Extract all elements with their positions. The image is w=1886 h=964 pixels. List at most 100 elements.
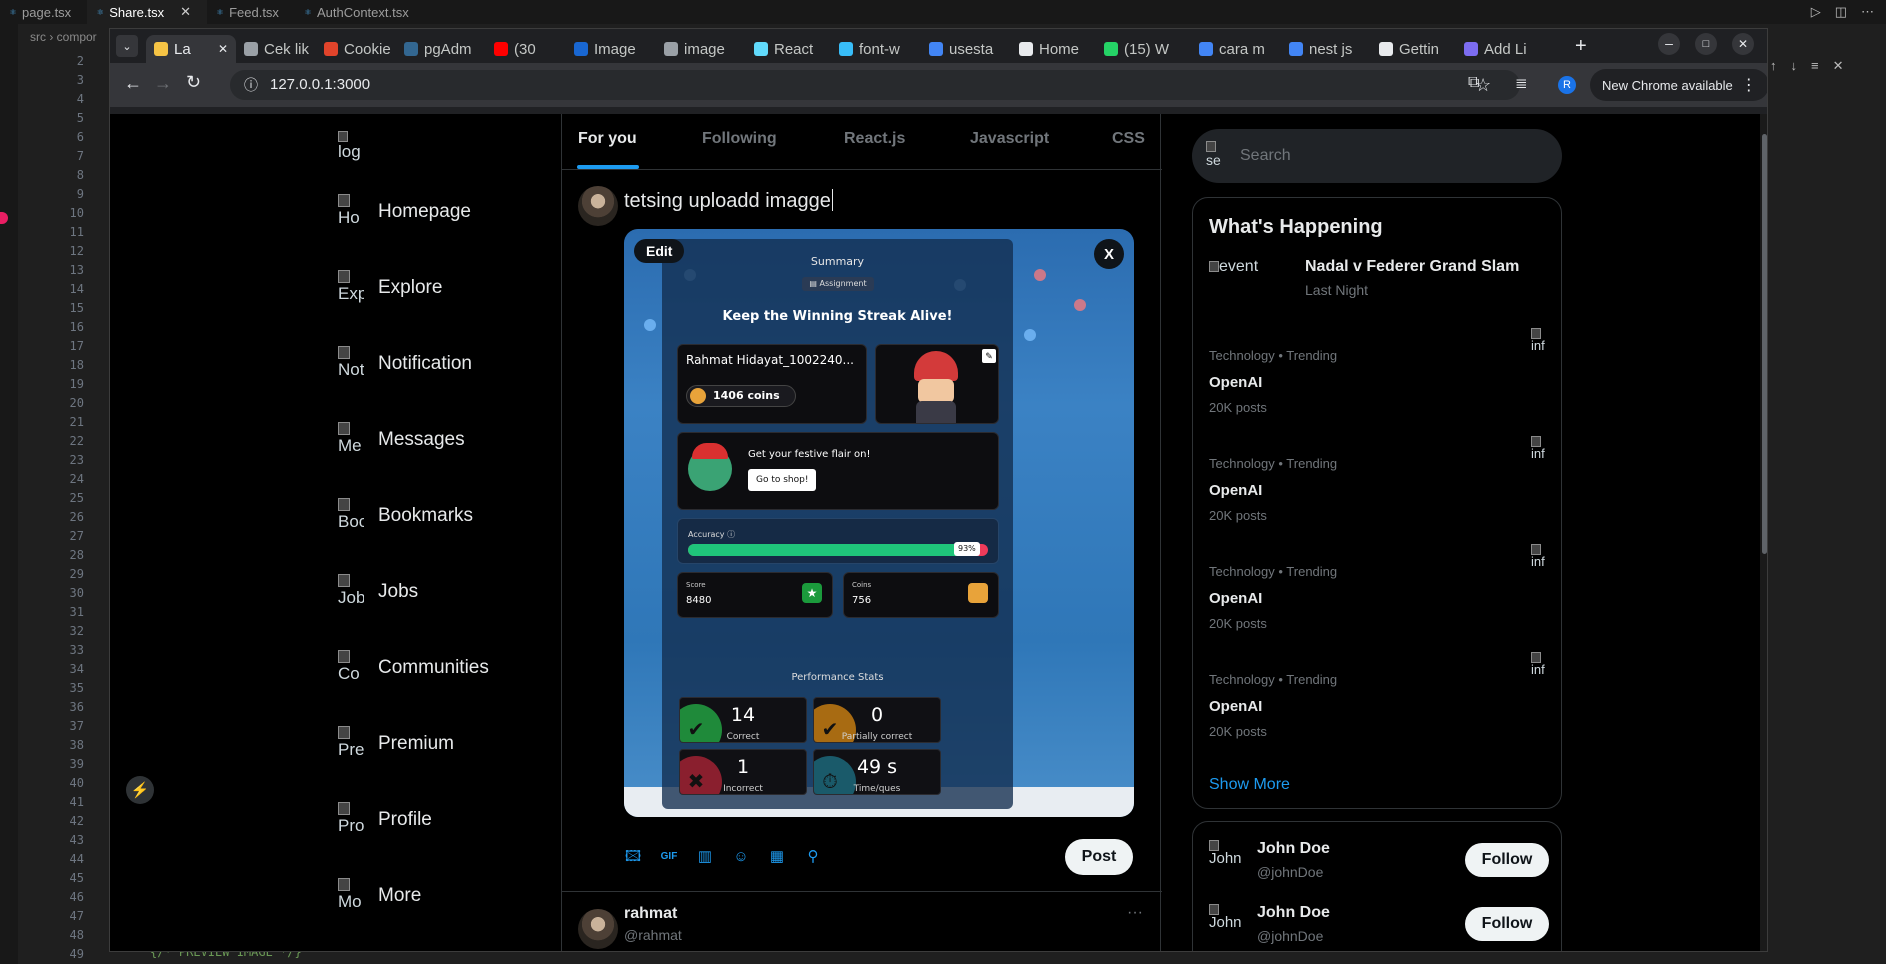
user-name[interactable]: John Doe xyxy=(1257,904,1330,922)
image-icon[interactable]: 🖾 xyxy=(622,846,644,868)
sidebar-item-notification[interactable]: Not Notification xyxy=(338,344,472,384)
browser-tab[interactable]: Add Li xyxy=(1456,35,1546,63)
avatar[interactable] xyxy=(578,186,618,226)
sidebar-item-profile[interactable]: Pro Profile xyxy=(338,800,432,840)
profile-avatar[interactable]: R xyxy=(1558,76,1576,94)
follow-button[interactable]: Follow xyxy=(1465,907,1549,941)
browser-tab[interactable]: React xyxy=(746,35,831,63)
sidebar-item-communities[interactable]: Co Communities xyxy=(338,648,489,688)
location-icon[interactable]: ⚲ xyxy=(802,846,824,868)
event-title[interactable]: Nadal v Federer Grand Slam xyxy=(1305,258,1519,276)
list-icon[interactable]: ≡ xyxy=(1811,58,1819,76)
browser-tab[interactable]: La ✕ xyxy=(146,35,236,63)
bolt-icon[interactable]: ⚡ xyxy=(126,776,154,804)
edit-image-button[interactable]: Edit xyxy=(634,239,685,263)
compose-input[interactable]: tetsing uploadd imagge xyxy=(624,189,833,213)
trend-name[interactable]: OpenAI xyxy=(1209,374,1262,391)
browser-tab[interactable]: cara m xyxy=(1191,35,1281,63)
minimize-button[interactable]: – xyxy=(1658,33,1680,55)
shop-panel: Get your festive flair on! Go to shop! xyxy=(677,432,999,510)
poll-icon[interactable]: ▥ xyxy=(694,846,716,868)
tab-css[interactable]: CSS xyxy=(1112,130,1145,148)
extensions-icon[interactable]: ⧉ xyxy=(1468,74,1479,92)
back-icon[interactable]: ← xyxy=(124,73,142,94)
tab-search-button[interactable]: ⌄ xyxy=(116,35,138,57)
avatar[interactable] xyxy=(578,909,618,949)
close-tab-icon[interactable]: ✕ xyxy=(218,42,228,56)
close-icon[interactable]: ✕ xyxy=(180,4,191,20)
browser-tab[interactable]: pgAdm xyxy=(396,35,486,63)
scroll-thumb[interactable] xyxy=(1762,134,1767,554)
browser-tab[interactable]: Home xyxy=(1011,35,1096,63)
post-button[interactable]: Post xyxy=(1065,839,1133,875)
page-scrollbar[interactable] xyxy=(1760,114,1767,951)
tab-javascript[interactable]: Javascript xyxy=(970,130,1049,148)
arrow-down-icon[interactable]: ↓ xyxy=(1791,58,1798,76)
show-more-link[interactable]: Show More xyxy=(1209,776,1290,794)
browser-tab[interactable]: (30 xyxy=(486,35,566,63)
split-editor-icon[interactable]: ◫ xyxy=(1835,4,1847,20)
editor-tab[interactable]: ⚛ page.tsx xyxy=(0,0,87,24)
browser-tab[interactable]: Cookie xyxy=(316,35,396,63)
tab-following[interactable]: Following xyxy=(702,130,777,148)
editor-tab[interactable]: ⚛ Feed.tsx xyxy=(207,0,295,24)
editor-tab[interactable]: ⚛ AuthContext.tsx xyxy=(295,0,425,24)
site-logo[interactable]: log xyxy=(338,129,364,169)
reload-icon[interactable]: ↻ xyxy=(186,72,201,93)
more-icon[interactable]: ⋯ xyxy=(1861,4,1874,20)
trend-name[interactable]: OpenAI xyxy=(1209,590,1262,607)
user-avatar[interactable]: John xyxy=(1209,840,1241,880)
browser-tab[interactable]: nest js xyxy=(1281,35,1371,63)
site-info-icon[interactable]: ⓘ xyxy=(244,70,258,100)
search-input[interactable]: se Search xyxy=(1192,129,1562,183)
sidebar-item-bookmarks[interactable]: Boc Bookmarks xyxy=(338,496,473,536)
gif-icon[interactable]: GIF xyxy=(658,846,680,868)
tab-reactjs[interactable]: React.js xyxy=(844,130,905,148)
tweet-author-name[interactable]: rahmat xyxy=(624,905,677,923)
editor-tab-active[interactable]: ⚛ Share.tsx ✕ xyxy=(87,0,208,24)
sidebar-item-premium[interactable]: Pre Premium xyxy=(338,724,454,764)
browser-tab[interactable]: usesta xyxy=(921,35,1011,63)
forward-icon[interactable]: → xyxy=(154,73,172,94)
breadcrumb[interactable]: src › compor xyxy=(30,30,97,44)
follow-button[interactable]: Follow xyxy=(1465,843,1549,877)
browser-tab[interactable]: Gettin xyxy=(1371,35,1456,63)
sidebar-item-explore[interactable]: Exp Explore xyxy=(338,268,442,308)
tab-for-you[interactable]: For you xyxy=(578,130,637,148)
more-options-icon[interactable]: ··· xyxy=(1127,904,1143,922)
feed-tabs: For you Following React.js Javascript CS… xyxy=(562,114,1162,170)
browser-tab[interactable]: font-w xyxy=(831,35,921,63)
close-icon[interactable]: ✕ xyxy=(1833,58,1844,76)
sidebar-item-messages[interactable]: Me Messages xyxy=(338,420,465,460)
trend-name[interactable]: OpenAI xyxy=(1209,482,1262,499)
line-number: 8 xyxy=(76,168,84,182)
browser-tab[interactable]: image xyxy=(656,35,746,63)
media-control-icon[interactable]: ≣ xyxy=(1515,74,1528,92)
emoji-icon[interactable]: ☺ xyxy=(730,846,752,868)
trend-name[interactable]: OpenAI xyxy=(1209,698,1262,715)
sidebar-item-more[interactable]: Mo More xyxy=(338,876,421,916)
address-bar[interactable]: ⓘ 127.0.0.1:3000 ☆ xyxy=(230,70,1520,100)
line-number: 21 xyxy=(69,415,84,429)
browser-tab-label: La xyxy=(174,40,191,58)
new-tab-button[interactable]: + xyxy=(1575,35,1587,58)
close-window-button[interactable]: ✕ xyxy=(1732,33,1754,55)
browser-tab[interactable]: Cek lik xyxy=(236,35,316,63)
nav-icon-alt-text: Pro xyxy=(338,816,364,835)
tweet-author-handle[interactable]: @rahmat xyxy=(624,927,682,943)
maximize-button[interactable]: □ xyxy=(1695,33,1717,55)
user-avatar[interactable]: John xyxy=(1209,904,1241,944)
remove-image-button[interactable]: X xyxy=(1094,239,1124,269)
nav-icon-alt-text: Me xyxy=(338,436,362,455)
user-name[interactable]: John Doe xyxy=(1257,840,1330,858)
browser-tab[interactable]: Image xyxy=(566,35,656,63)
line-number: 42 xyxy=(69,814,84,828)
arrow-up-icon[interactable]: ↑ xyxy=(1770,58,1777,76)
update-chrome-button[interactable]: New Chrome available ⋮ xyxy=(1590,69,1767,101)
browser-tab[interactable]: (15) W xyxy=(1096,35,1191,63)
event-image[interactable]: event xyxy=(1209,258,1258,276)
run-icon[interactable]: ▷ xyxy=(1811,4,1821,20)
schedule-icon[interactable]: ▦ xyxy=(766,846,788,868)
sidebar-item-jobs[interactable]: Job Jobs xyxy=(338,572,418,612)
sidebar-item-homepage[interactable]: Ho Homepage xyxy=(338,192,471,232)
